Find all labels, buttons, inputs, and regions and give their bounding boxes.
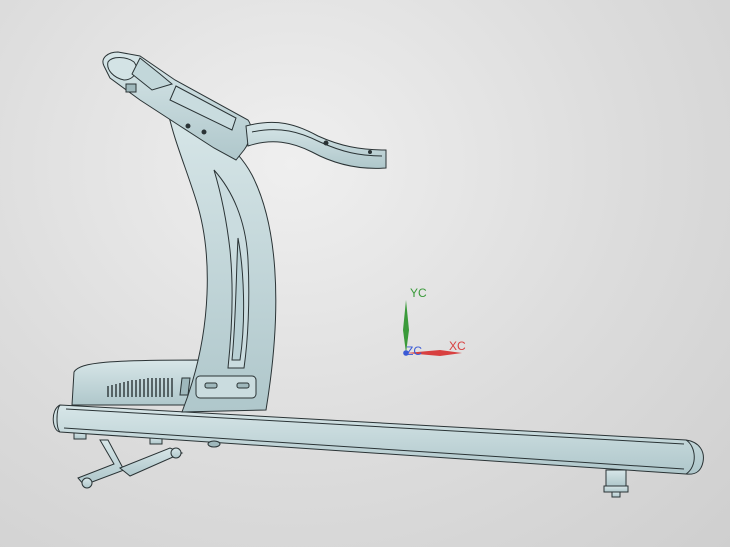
y-axis-label: YC <box>410 286 427 300</box>
z-axis-label: ZC <box>406 344 422 358</box>
graphics-viewport[interactable]: YC ZC XC <box>0 0 730 547</box>
x-axis-label: XC <box>449 339 466 353</box>
triad-graphic <box>403 300 462 356</box>
coordinate-triad: YC ZC XC <box>0 0 730 547</box>
